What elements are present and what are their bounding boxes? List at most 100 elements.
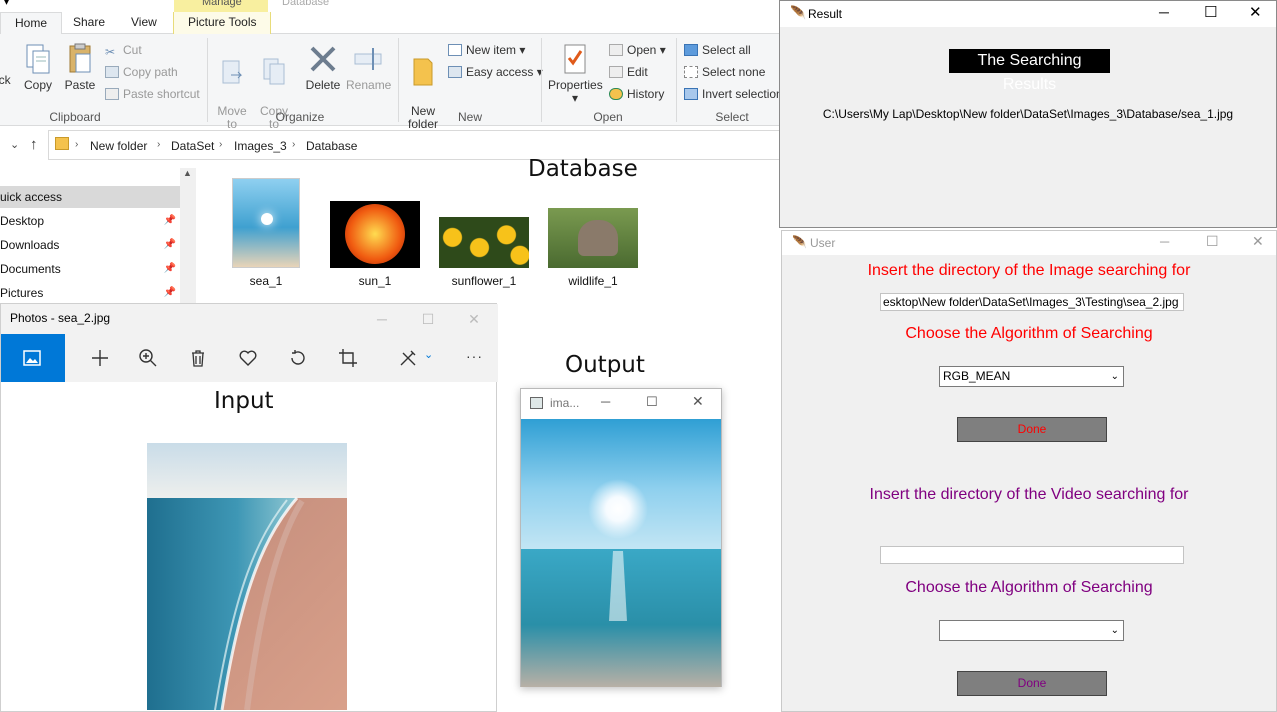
rotate-icon[interactable] [288,348,308,368]
video-directory-input[interactable] [880,546,1184,564]
divider [207,38,208,122]
manage-tab-label[interactable]: Manage [202,0,242,8]
group-organize: Organize [275,110,325,124]
breadcrumb-database[interactable]: Database [306,139,357,153]
easy-access-button[interactable]: Easy access ▾ [448,65,543,79]
image-window-title: ima... [550,396,580,410]
close-icon[interactable]: ✕ [1249,3,1262,21]
up-arrow-icon[interactable]: ↑ [30,136,38,153]
invert-selection-button[interactable]: Invert selection [684,87,783,101]
more-options-icon[interactable]: ··· [466,348,483,364]
minimize-icon[interactable]: ─ [1160,234,1169,249]
copy-button[interactable]: Copy [22,42,54,92]
photos-title-bar: Photos - sea_2.jpg ─ ☐ ✕ [1,304,498,334]
file-name: sun_1 [358,274,392,288]
edit-button[interactable]: Edit [609,65,648,79]
recent-locations-chevron-icon[interactable]: ⌄ [10,138,19,151]
divider [541,38,542,122]
video-algorithm-select[interactable]: ⌄ [939,620,1124,641]
video-algorithm-label: Choose the Algorithm of Searching [905,579,1153,596]
delete-button[interactable]: Delete [303,42,343,92]
manage-context-band: Manage [174,0,268,12]
open-label: Open [627,43,657,57]
nav-item-desktop[interactable]: Desktop 📌 [0,210,180,232]
copy-path-button[interactable]: Copy path [105,65,178,79]
image-view-button[interactable] [1,334,65,382]
add-icon[interactable] [90,348,110,368]
close-icon[interactable]: ✕ [1252,233,1264,250]
address-field[interactable]: › New folder › DataSet › Images_3 › Data… [48,130,780,160]
thumbnail-image [548,208,638,268]
maximize-icon[interactable]: ☐ [1206,233,1219,250]
select-none-label: Select none [702,65,766,79]
new-folder-button[interactable]: New folder [403,42,443,131]
tab-home[interactable]: Home [0,12,63,35]
cut-label: Cut [123,43,142,57]
select-all-button[interactable]: Select all [684,43,751,57]
new-folder-icon [413,58,433,86]
nav-item-downloads[interactable]: Downloads 📌 [0,234,180,256]
tab-view[interactable]: View [117,12,171,34]
maximize-button[interactable]: ☐ [405,304,451,334]
scissors-icon: ✂ [105,45,116,59]
paste-label: Paste [64,78,96,92]
nav-item-quick-access[interactable]: uick access [0,186,180,208]
user-title: User [810,236,836,250]
annotation-database: Database [528,156,638,182]
new-item-button[interactable]: New item ▾ [448,43,525,57]
tab-picture-tools[interactable]: Picture Tools [173,12,272,34]
minimize-icon[interactable]: ─ [1159,4,1169,20]
cut-button[interactable]: ✂ Cut [105,43,142,59]
breadcrumb-images-3[interactable]: Images_3 [234,139,287,153]
photos-title: Photos - sea_2.jpg [10,311,111,325]
move-to-button[interactable]: Move to [214,42,250,131]
zoom-icon[interactable] [138,348,158,368]
scroll-up-arrow-icon[interactable]: ▲ [183,168,192,178]
heart-icon[interactable] [238,348,258,368]
select-all-label: Select all [702,43,751,57]
file-wildlife-1[interactable]: wildlife_1 [547,208,639,288]
image-directory-input[interactable]: esktop\New folder\DataSet\Images_3\Testi… [880,293,1184,311]
copy-to-icon [263,58,285,85]
copy-path-label: Copy path [123,65,178,79]
minimize-button[interactable]: ─ [359,304,405,334]
file-name: sunflower_1 [451,274,517,288]
copy-icon [26,44,50,74]
easy-access-label: Easy access [466,65,534,79]
close-button[interactable]: ✕ [451,304,497,334]
delete-icon[interactable] [188,348,208,368]
maximize-icon[interactable]: ☐ [1204,3,1217,21]
minimize-icon[interactable]: ─ [601,394,610,409]
select-none-button[interactable]: Select none [684,65,765,79]
history-button[interactable]: History [609,87,664,101]
tab-share[interactable]: Share [59,12,119,34]
nav-scrollbar[interactable]: ▲ [180,168,196,306]
maximize-icon[interactable]: ☐ [646,394,658,410]
paste-shortcut-button[interactable]: Paste shortcut [105,87,200,101]
chevron-down-icon[interactable]: ⌄ [424,348,433,361]
breadcrumb-new-folder[interactable]: New folder [90,139,147,153]
quick-access-toolbar-arrow-icon[interactable]: ▾ [4,0,9,8]
nav-item-pictures[interactable]: Pictures 📌 [0,282,180,304]
file-sun-1[interactable]: sun_1 [329,201,421,288]
breadcrumb-chevron-icon: › [292,139,296,150]
result-title: Result [808,7,843,21]
rename-button[interactable]: Rename [346,42,391,92]
image-done-button[interactable]: Done [957,417,1107,442]
properties-button[interactable]: Properties ▾ [548,42,603,105]
open-button[interactable]: Open ▾ [609,43,666,57]
feather-icon: 🪶 [792,235,807,249]
nav-item-label: Downloads [0,238,60,252]
nav-item-documents[interactable]: Documents 📌 [0,258,180,280]
breadcrumb-dataset[interactable]: DataSet [171,139,214,153]
video-done-button[interactable]: Done [957,671,1107,696]
file-sunflower-1[interactable]: sunflower_1 [438,217,530,288]
crop-icon[interactable] [338,348,358,368]
pin-quick-access-button[interactable]: ick [0,74,11,87]
paste-button[interactable]: Paste [63,42,97,92]
user-title-bar: 🪶 User ─ ☐ ✕ [782,231,1276,255]
image-algorithm-select[interactable]: RGB_MEAN ⌄ [939,366,1124,387]
file-sea-1[interactable]: sea_1 [230,178,302,288]
close-icon[interactable]: ✕ [692,393,704,410]
edit-tools-icon[interactable] [398,348,418,368]
